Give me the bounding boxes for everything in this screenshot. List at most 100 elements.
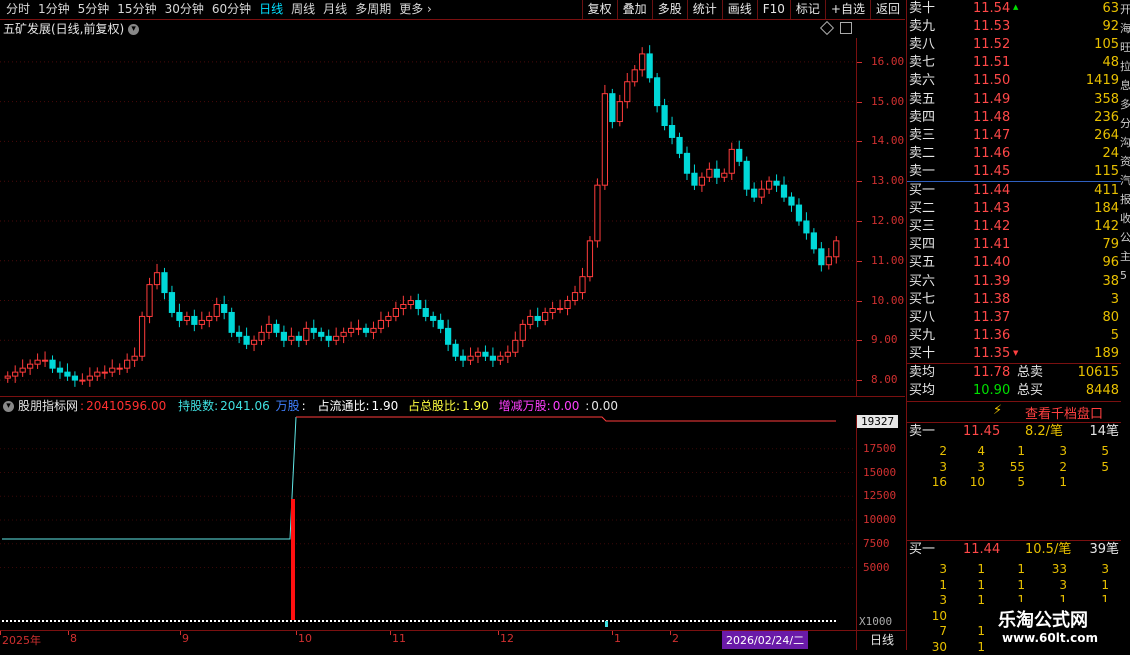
indicator-name[interactable]: 股朋指标网 (18, 399, 78, 413)
bid-row[interactable]: 买六 11.39 38 (907, 273, 1121, 291)
queue-value: 1 (939, 577, 947, 592)
detail-label: 买一 (909, 542, 936, 557)
ask-row[interactable]: 卖一 11.45 115 (907, 163, 1121, 181)
chevron-down-icon[interactable]: ▾ (128, 24, 140, 35)
ask-label: 卖一 (909, 163, 936, 179)
period-tab[interactable]: 分时 (2, 0, 34, 19)
candle-body (168, 292, 176, 313)
candle-body (743, 160, 750, 190)
indicator-tick-label: 12500 (863, 489, 897, 503)
chart-title[interactable]: 五矿发展(日线,前复权) ▾ (3, 20, 140, 38)
ask-row[interactable]: 卖九 11.53 92 (907, 18, 1121, 36)
ask-row[interactable]: 卖八 11.52 105 (907, 36, 1121, 54)
holdings-line (2, 416, 297, 540)
tool-button[interactable]: 复权 (581, 0, 617, 19)
candle-body (519, 323, 526, 341)
queue-value: 4 (977, 444, 985, 459)
period-tab[interactable]: 多周期 (351, 0, 395, 19)
tool-button[interactable]: 叠加 (616, 0, 652, 19)
period-tab[interactable]: 30分钟 (161, 0, 208, 19)
candle-body (825, 256, 832, 266)
candle-body (474, 351, 482, 357)
bid-label: 买七 (909, 291, 936, 307)
indicator-bar: ▾ 股朋指标网:20410596.00 持股数: 2041.06 万股: 占流通比:… (0, 397, 905, 415)
candle-body (340, 331, 347, 337)
bid-row[interactable]: 买四 11.41 79 (907, 236, 1121, 254)
tool-button[interactable]: 多股 (651, 0, 687, 19)
ask-row[interactable]: 卖七 11.51 48 (907, 54, 1121, 72)
candle-body (415, 300, 422, 309)
period-tab[interactable]: 5分钟 (74, 0, 114, 19)
bid-row[interactable]: 买九 11.36 5 (907, 327, 1121, 345)
indicator-tick-label: 15000 (863, 465, 897, 479)
candle-body (206, 315, 213, 321)
holdings-value: 2041.06 (220, 399, 270, 413)
bid-row[interactable]: 买八 11.37 80 (907, 309, 1121, 327)
month-tick (68, 631, 69, 635)
tool-button[interactable]: 画线 (721, 0, 757, 19)
candle-body (49, 359, 56, 369)
side-strip-char: 收 (1120, 212, 1130, 225)
candle-body (728, 148, 735, 174)
candle-body (265, 323, 273, 333)
candle-body (198, 319, 205, 325)
candle-body (370, 327, 377, 333)
bid-row[interactable]: 买五 11.40 96 (907, 254, 1121, 272)
indicator-tick-label: 17500 (863, 441, 897, 455)
diamond-icon[interactable] (819, 20, 835, 36)
side-news-strip[interactable]: 开海旺拉息多分沟资汽报收公主 5 (1120, 0, 1130, 360)
tool-button[interactable]: F10 (756, 0, 790, 19)
tool-button[interactable]: 返回 (869, 0, 905, 19)
bid-row[interactable]: 买二 11.43 184 (907, 200, 1121, 218)
ask-row[interactable]: 卖六 11.50 1419 (907, 72, 1121, 90)
ask-price: 11.50 (973, 73, 1011, 89)
queue-value: 1 (977, 639, 985, 654)
candle-body (273, 323, 280, 333)
indicator-chart[interactable] (0, 415, 856, 630)
period-tab[interactable]: 周线 (287, 0, 319, 19)
candle-body (668, 125, 676, 138)
period-tab[interactable]: 月线 (319, 0, 351, 19)
candle-body (504, 351, 511, 357)
ask-row[interactable]: 卖四 11.48 236 (907, 109, 1121, 127)
bid-label: 买十 (909, 345, 936, 361)
ask-price: 11.49 (973, 91, 1011, 107)
bid-row[interactable]: 买七 11.38 3 (907, 291, 1121, 309)
candlestick-chart[interactable] (0, 38, 856, 396)
ask-row[interactable]: 卖三 11.47 264 (907, 127, 1121, 145)
candle-body (497, 355, 504, 361)
tool-button[interactable]: 标记 (789, 0, 825, 19)
period-tab[interactable]: 更多 › (395, 0, 436, 19)
indicator-value: 20410596.00 (86, 399, 167, 413)
bid-row[interactable]: 买一 11.44 411 (907, 182, 1121, 200)
side-strip-char: 报 (1120, 193, 1130, 206)
order-book-panel: 卖十 11.54 63 卖九 11.53 92 卖八 11.52 105 卖七 11.51 48 卖六 1… (906, 0, 1130, 654)
candle-body (258, 331, 265, 341)
tool-button[interactable]: +自选 (824, 0, 870, 19)
candle-body (385, 315, 392, 321)
candle-body (176, 311, 183, 321)
period-tab[interactable]: 1分钟 (34, 0, 74, 19)
candle-body (624, 81, 631, 103)
tool-button[interactable]: 统计 (686, 0, 722, 19)
thousand-level-button[interactable]: ⚡ 查看千档盘口 (907, 401, 1121, 424)
price-tick-mark (857, 220, 862, 222)
period-tab[interactable]: 日线 (255, 0, 287, 19)
bid-volume: 38 (1102, 273, 1119, 289)
window-icon[interactable] (840, 22, 852, 34)
chevron-down-icon[interactable]: ▾ (3, 401, 14, 412)
candle-body (41, 359, 49, 362)
ask-row[interactable]: 卖五 11.49 358 (907, 91, 1121, 109)
ask-label: 卖二 (909, 145, 936, 161)
period-tab[interactable]: 15分钟 (113, 0, 160, 19)
bid-row[interactable]: 买三 11.42 142 (907, 218, 1121, 236)
bid-volume: 142 (1094, 219, 1119, 235)
month-label: 8 (70, 632, 77, 645)
ask-row[interactable]: 卖二 11.46 24 (907, 145, 1121, 163)
period-tab[interactable]: 60分钟 (208, 0, 255, 19)
price-tick-label: 10.00 (871, 293, 905, 307)
candle-body (459, 355, 467, 361)
watermark-title: 乐淘公式网 (998, 610, 1088, 631)
month-label: 12 (500, 632, 514, 645)
period-button[interactable]: 日线 (856, 631, 907, 650)
